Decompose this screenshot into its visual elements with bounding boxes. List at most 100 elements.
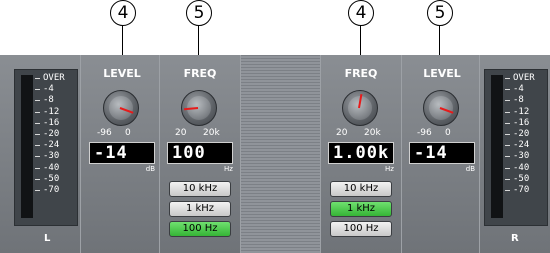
- callout-5-left: 5: [186, 0, 212, 57]
- meter-tick: -50: [505, 174, 545, 185]
- meter-scale: OVER -4 -8 -12 -16 -20 -24 -30 -40 -50 -70: [35, 73, 75, 196]
- meter-tick: -12: [35, 107, 75, 118]
- tick-label: -30: [43, 151, 60, 162]
- divider: [240, 55, 241, 253]
- preset-1khz-button[interactable]: 1 kHz: [330, 201, 392, 217]
- tick-label: -20: [43, 128, 60, 139]
- freq-title: FREQ: [183, 67, 217, 80]
- meter-scale: OVER -4 -8 -12 -16 -20 -24 -30 -40 -50 -70: [505, 73, 545, 196]
- tick-label: OVER: [513, 73, 535, 83]
- meter-tick: -70: [35, 185, 75, 196]
- meter-tick: OVER: [35, 73, 75, 84]
- meter-tick: -30: [35, 151, 75, 162]
- tick-mark: [35, 111, 40, 113]
- tick-label: -4: [513, 84, 524, 95]
- tick-mark: [505, 89, 510, 91]
- meter-bar: [491, 75, 503, 218]
- tick-mark: [35, 178, 40, 180]
- meter-tick: -40: [505, 163, 545, 174]
- tick-mark: [35, 167, 40, 169]
- left-level-value[interactable]: -14: [89, 142, 155, 164]
- tick-label: -50: [43, 173, 60, 184]
- meter-tick: OVER: [505, 73, 545, 84]
- meter-tick: -30: [505, 151, 545, 162]
- right-freq-knob[interactable]: [342, 90, 378, 126]
- range-max: 0: [445, 128, 451, 138]
- tick-mark: [505, 178, 510, 180]
- unit-label: Hz: [385, 165, 394, 173]
- unit-label: dB: [465, 165, 475, 173]
- callout-number: 5: [427, 0, 453, 26]
- callout-leader: [439, 25, 440, 57]
- tick-label: -16: [513, 117, 530, 128]
- meter-tick: -8: [35, 95, 75, 106]
- meter-bar: [21, 75, 33, 218]
- right-freq-value[interactable]: 1.00k: [328, 142, 394, 164]
- meter-tick: -8: [505, 95, 545, 106]
- meter-tick: -50: [35, 174, 75, 185]
- callout-4-left: 4: [110, 0, 136, 57]
- callout-number: 4: [348, 0, 374, 26]
- tick-mark: [505, 133, 510, 135]
- tick-label: -24: [43, 140, 60, 151]
- tick-mark: [35, 145, 40, 147]
- right-level-value[interactable]: -14: [409, 142, 475, 164]
- tick-mark: [505, 145, 510, 147]
- meter-tick: -4: [505, 84, 545, 95]
- tick-mark: [505, 122, 510, 124]
- right-level-knob[interactable]: [423, 90, 459, 126]
- tick-mark: [505, 100, 510, 102]
- tick-mark: [35, 122, 40, 124]
- right-freq-section: FREQ 20 20k 1.00k Hz 10 kHz 1 kHz 100 Hz: [323, 55, 399, 253]
- range-max: 0: [125, 128, 131, 138]
- tick-mark: [505, 189, 510, 191]
- tick-label: -8: [43, 95, 54, 106]
- meter-tick: -4: [35, 84, 75, 95]
- tick-mark: [505, 167, 510, 169]
- left-freq-knob[interactable]: [181, 90, 217, 126]
- preset-100hz-button[interactable]: 100 Hz: [169, 221, 231, 237]
- callout-number: 5: [186, 0, 212, 26]
- tick-mark: [35, 78, 40, 79]
- tick-mark: [35, 89, 40, 91]
- freq-title: FREQ: [344, 67, 378, 80]
- preset-10khz-button[interactable]: 10 kHz: [330, 181, 392, 197]
- tick-label: -24: [513, 140, 530, 151]
- meter-tick: -20: [35, 129, 75, 140]
- tick-mark: [505, 111, 510, 113]
- left-level-section: LEVEL -96 0 -14 dB: [84, 55, 160, 253]
- meter-tick: -24: [505, 140, 545, 151]
- tick-mark: [35, 156, 40, 158]
- left-freq-value[interactable]: 100: [167, 142, 233, 164]
- tick-mark: [35, 100, 40, 102]
- callout-5-right: 5: [427, 0, 453, 57]
- meter-tick: -12: [505, 107, 545, 118]
- preset-10khz-button[interactable]: 10 kHz: [169, 181, 231, 197]
- range-max: 20k: [203, 128, 220, 138]
- tick-label: -40: [43, 162, 60, 173]
- tick-label: OVER: [43, 73, 65, 83]
- meter-tick: -70: [505, 185, 545, 196]
- meter-tick: -16: [35, 118, 75, 129]
- meter-tick: -40: [35, 163, 75, 174]
- tick-label: -12: [43, 106, 60, 117]
- tick-label: -70: [43, 184, 60, 195]
- tick-label: -20: [513, 128, 530, 139]
- preset-1khz-button[interactable]: 1 kHz: [169, 201, 231, 217]
- tick-label: -8: [513, 95, 524, 106]
- level-title: LEVEL: [423, 67, 461, 80]
- right-channel-label: R: [511, 233, 519, 244]
- right-level-section: LEVEL -96 0 -14 dB: [404, 55, 480, 253]
- tick-mark: [505, 156, 510, 158]
- divider: [320, 55, 321, 253]
- right-level-meter: OVER -4 -8 -12 -16 -20 -24 -30 -40 -50 -70: [484, 69, 548, 226]
- preset-100hz-button[interactable]: 100 Hz: [330, 221, 392, 237]
- divider: [80, 55, 81, 253]
- tick-label: -12: [513, 106, 530, 117]
- tick-label: -50: [513, 173, 530, 184]
- left-level-knob[interactable]: [103, 90, 139, 126]
- tick-mark: [35, 133, 40, 135]
- callout-leader: [360, 25, 361, 57]
- callout-number: 4: [110, 0, 136, 26]
- left-channel-label: L: [44, 233, 51, 244]
